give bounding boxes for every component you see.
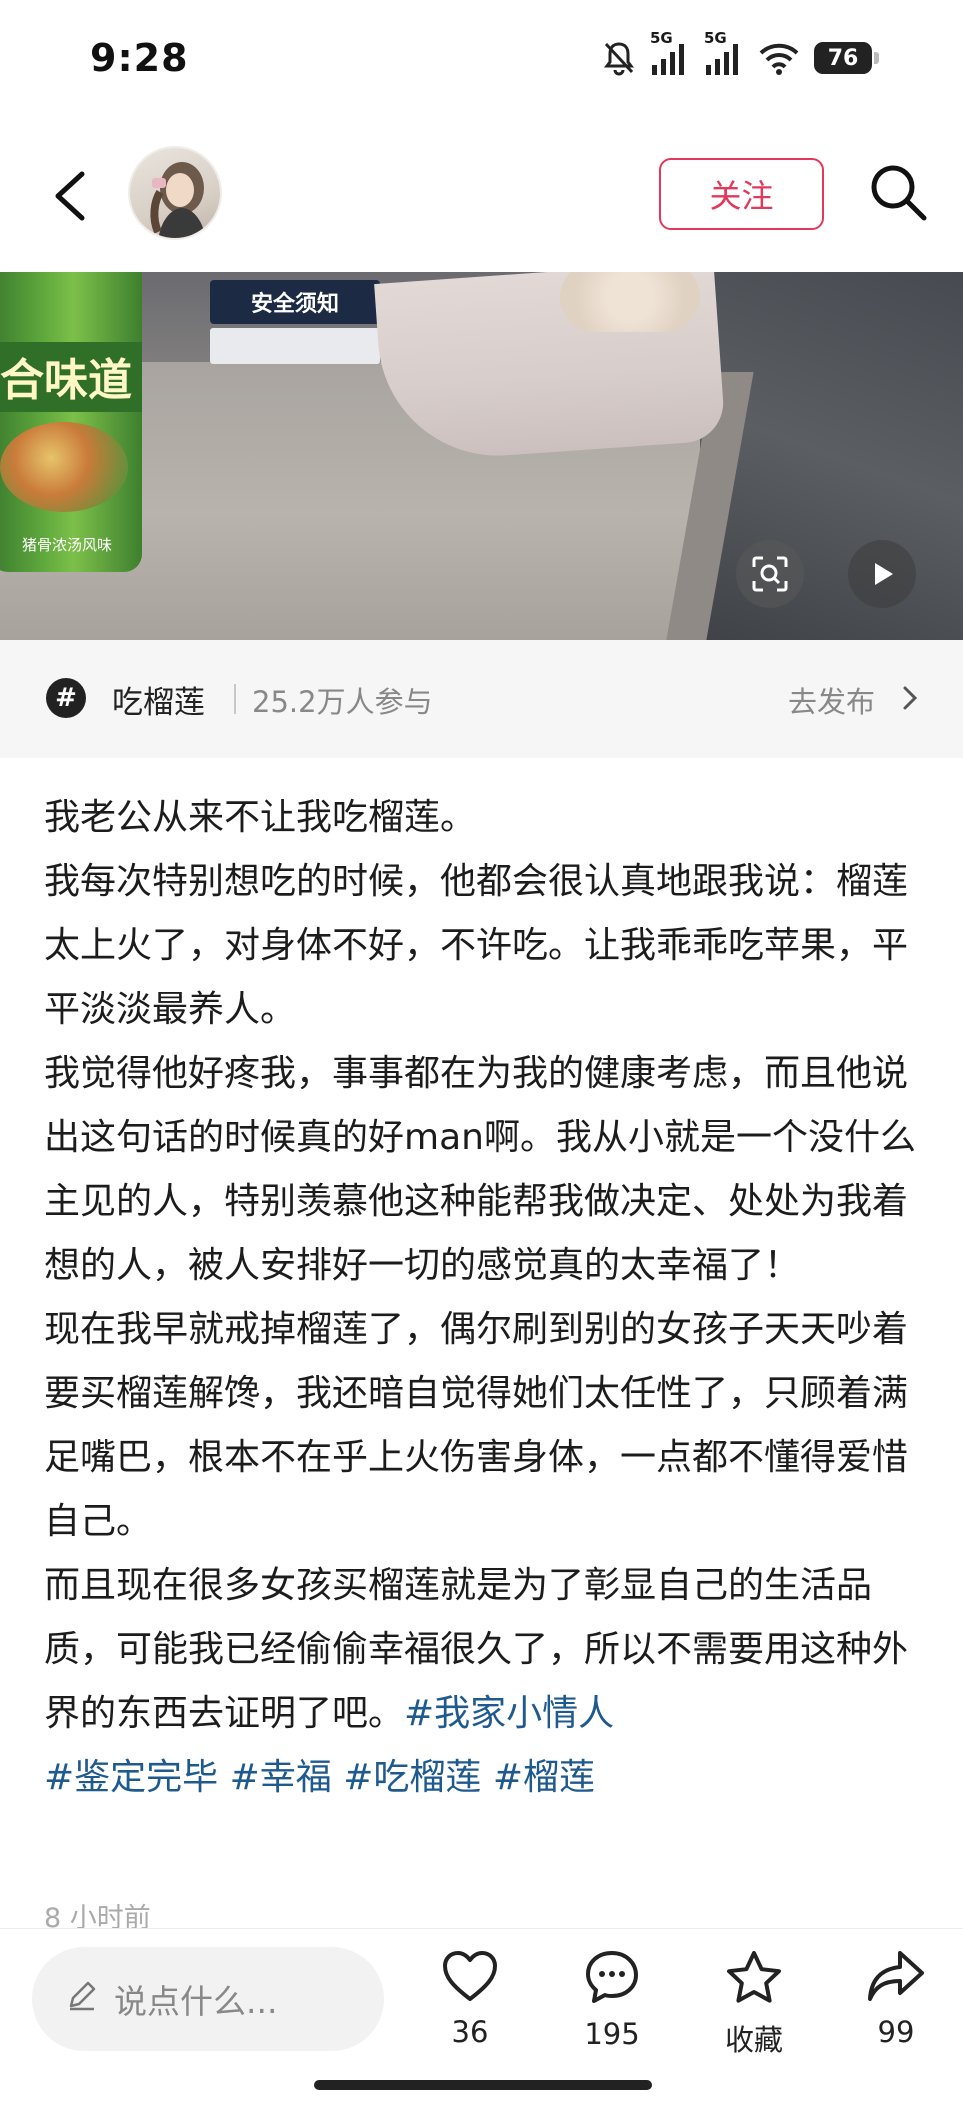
status-time: 9:28 bbox=[90, 36, 189, 80]
cup-label: 猪骨浓汤风味 bbox=[21, 536, 112, 554]
signal-label: 5G bbox=[650, 29, 673, 47]
signal-label: 5G bbox=[704, 29, 727, 47]
post-paragraph: 我觉得他好疼我，事事都在为我的健康考虑，而且他说出这句话的时候真的好man啊。我… bbox=[44, 1053, 916, 1286]
hashtag-icon: # bbox=[46, 678, 86, 718]
signal-icon: 5G bbox=[704, 29, 744, 75]
cup-food bbox=[0, 422, 128, 512]
publish-link[interactable]: 去发布 bbox=[788, 679, 875, 721]
post-image[interactable]: 安全须知 合味道 猪骨浓汤风味 bbox=[0, 272, 963, 640]
comment-input[interactable]: 说点什么... bbox=[32, 1947, 384, 2051]
star-icon bbox=[724, 1949, 784, 2009]
battery-level: 76 bbox=[814, 42, 872, 74]
hashtag-link[interactable]: #幸福 bbox=[230, 1757, 332, 1798]
chevron-right-icon[interactable] bbox=[902, 684, 918, 716]
pencil-icon bbox=[66, 1979, 98, 2019]
wifi-icon bbox=[758, 41, 800, 75]
nav-header: 关注 bbox=[0, 130, 963, 260]
post-paragraph: 现在我早就戒掉榴莲了，偶尔刷到别的女孩子天天吵着要买榴莲解馋，我还暗自觉得她们太… bbox=[44, 1309, 909, 1542]
status-icons: 5G 5G 76 bbox=[602, 29, 879, 76]
avatar[interactable] bbox=[128, 146, 222, 240]
safety-card-body bbox=[210, 328, 380, 364]
home-indicator[interactable] bbox=[314, 2080, 652, 2090]
collect-label: 收藏 bbox=[724, 2023, 783, 2057]
back-icon[interactable] bbox=[46, 166, 96, 226]
hashtag-link[interactable]: #吃榴莲 bbox=[343, 1757, 481, 1798]
hashtag-link[interactable]: #我家小情人 bbox=[404, 1693, 614, 1734]
mute-icon bbox=[602, 40, 636, 76]
post-paragraph: 我老公从来不让我吃榴莲。 bbox=[44, 797, 477, 838]
comment-placeholder: 说点什么... bbox=[114, 1982, 278, 2021]
topic-divider bbox=[234, 684, 236, 714]
heart-icon bbox=[441, 1949, 499, 2007]
like-count: 36 bbox=[451, 2015, 489, 2049]
share-count: 99 bbox=[877, 2015, 915, 2049]
post-paragraph: 而且现在很多女孩买榴莲就是为了彰显自己的生活品质，可能我已经偷偷幸福很久了，所以… bbox=[44, 1554, 924, 1810]
scan-icon[interactable] bbox=[736, 540, 804, 608]
like-button[interactable]: 36 bbox=[420, 1949, 520, 2049]
battery-icon: 76 bbox=[814, 42, 879, 74]
comment-icon bbox=[583, 1949, 641, 2009]
post-paragraph: 我每次特别想吃的时候，他都会很认真地跟我说：榴莲太上火了，对身体不好，不许吃。让… bbox=[44, 861, 909, 1030]
bag-fluff bbox=[560, 272, 700, 332]
follow-button[interactable]: 关注 bbox=[659, 158, 824, 230]
comment-count: 195 bbox=[584, 2017, 640, 2051]
topic-bar[interactable]: # 吃榴莲 25.2万人参与 去发布 bbox=[0, 640, 963, 758]
play-icon[interactable] bbox=[848, 540, 916, 608]
post-body: 我老公从来不让我吃榴莲。 我每次特别想吃的时候，他都会很认真地跟我说：榴莲太上火… bbox=[44, 786, 924, 1810]
signal-icon: 5G bbox=[650, 29, 690, 75]
bottom-action-bar: 说点什么... 36 195 收藏 99 bbox=[0, 1928, 963, 2102]
cup-brand: 合味道 bbox=[0, 355, 132, 406]
hashtag-link[interactable]: #鉴定完毕 bbox=[44, 1757, 218, 1798]
status-bar: 9:28 5G 5G 76 bbox=[0, 0, 963, 120]
safety-card: 安全须知 bbox=[210, 280, 380, 324]
comment-button[interactable]: 195 bbox=[562, 1949, 662, 2051]
hashtag-link[interactable]: #榴莲 bbox=[493, 1757, 595, 1798]
topic-participants: 25.2万人参与 bbox=[252, 685, 433, 719]
noodle-cup: 合味道 猪骨浓汤风味 bbox=[0, 272, 142, 572]
battery-tip bbox=[874, 52, 879, 64]
share-icon bbox=[866, 1949, 926, 2007]
topic-name[interactable]: 吃榴莲 bbox=[112, 677, 205, 722]
share-button[interactable]: 99 bbox=[846, 1949, 946, 2049]
search-icon[interactable] bbox=[866, 160, 930, 224]
collect-button[interactable]: 收藏 bbox=[704, 1949, 804, 2059]
